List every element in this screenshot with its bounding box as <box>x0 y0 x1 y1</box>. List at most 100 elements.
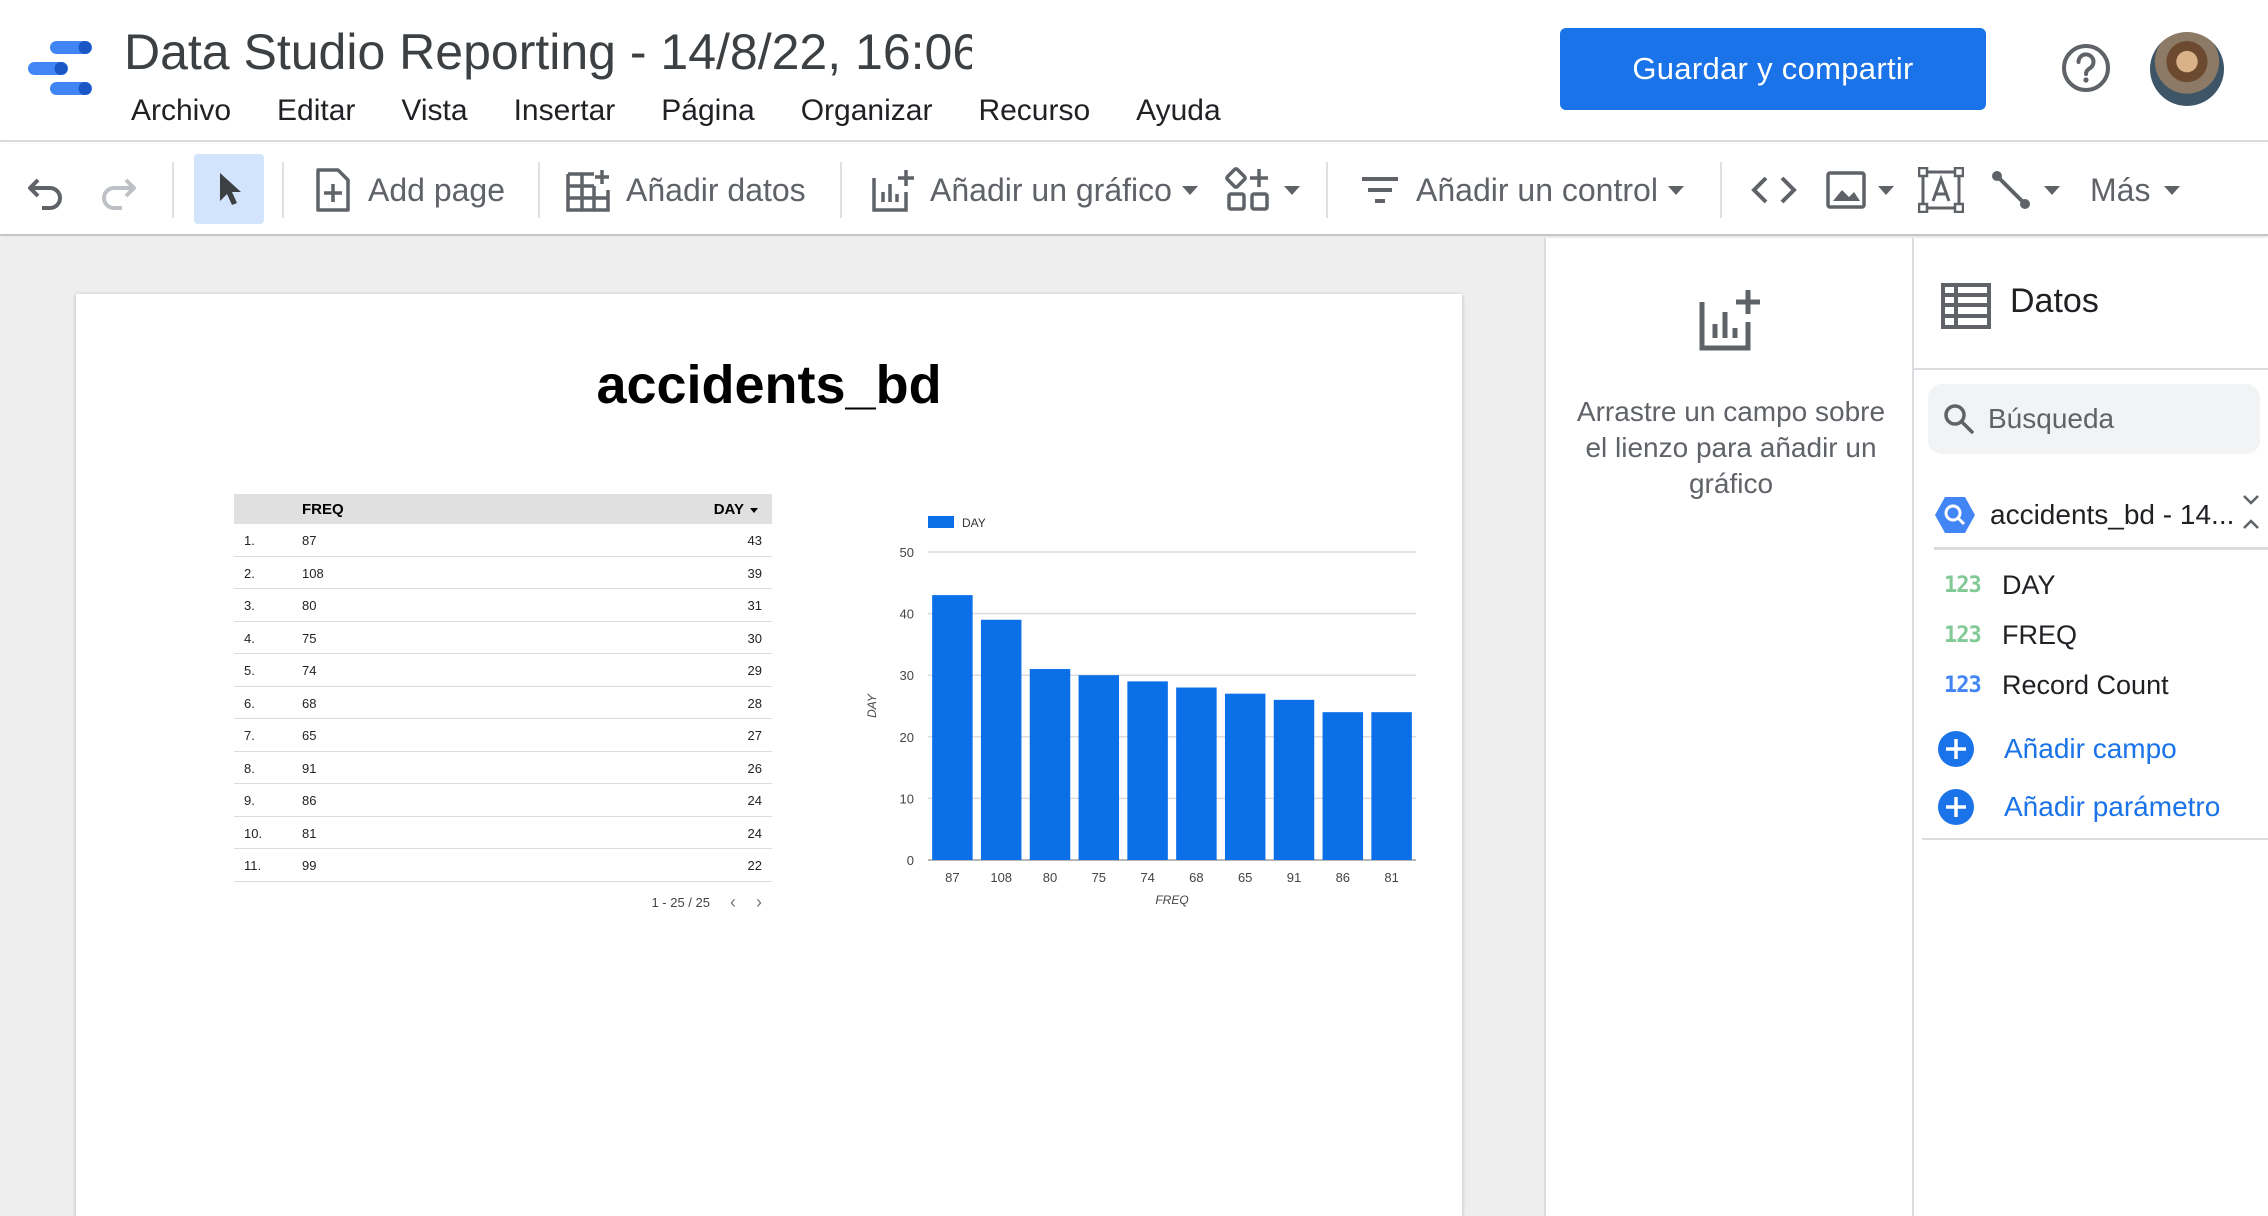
undo-button[interactable] <box>24 144 68 236</box>
help-icon[interactable] <box>2060 42 2112 94</box>
x-tick-label: 87 <box>945 870 959 885</box>
report-title[interactable]: accidents_bd <box>76 354 1462 416</box>
menu-organizar[interactable]: Organizar <box>778 88 956 134</box>
add-field-button[interactable]: Añadir campo <box>1936 724 2177 774</box>
column-header-freq[interactable]: FREQ <box>302 501 344 518</box>
menu-insertar[interactable]: Insertar <box>491 88 639 134</box>
bar <box>1176 687 1217 860</box>
table-row[interactable]: 8. 91 26 <box>234 752 772 784</box>
add-page-button[interactable]: Add page <box>312 144 505 236</box>
table-chart[interactable]: FREQ DAY 1. 87 43 2. 108 39 3. 80 31 4. 75 30 5. 74 29… <box>234 494 772 912</box>
number-type-icon: 123 <box>1944 672 1982 698</box>
cell-day: 39 <box>747 565 762 581</box>
table-row[interactable]: 5. 74 29 <box>234 654 772 687</box>
redo-button[interactable] <box>96 144 140 236</box>
field-name: Record Count <box>2002 669 2169 700</box>
row-index: 1. <box>244 533 255 548</box>
field-day[interactable]: 123 DAY <box>1944 562 2056 608</box>
community-viz-button[interactable] <box>1224 144 1300 236</box>
field-record-count[interactable]: 123 Record Count <box>1944 662 2169 708</box>
column-header-day[interactable]: DAY <box>714 501 758 518</box>
number-type-icon: 123 <box>1944 622 1982 648</box>
cell-day: 28 <box>747 695 762 711</box>
cell-freq: 86 <box>302 793 317 808</box>
previous-page-icon[interactable]: ‹ <box>730 892 736 913</box>
data-studio-logo-icon[interactable] <box>26 38 94 98</box>
embed-url-button[interactable] <box>1750 144 1798 236</box>
number-type-icon: 123 <box>1944 572 1982 598</box>
chevron-down-icon <box>2044 185 2060 195</box>
table-row[interactable]: 3. 80 31 <box>234 589 772 622</box>
chart-properties-panel: Arrastre un campo sobre el lienzo para a… <box>1544 238 1912 1216</box>
add-control-label: Añadir un control <box>1416 171 1658 208</box>
bar <box>1273 699 1315 860</box>
insert-text-button[interactable] <box>1918 144 1964 236</box>
menu-recurso[interactable]: Recurso <box>955 88 1113 134</box>
table-row[interactable]: 2. 108 39 <box>234 557 772 589</box>
cell-freq: 68 <box>302 695 317 711</box>
add-data-button[interactable]: Añadir datos <box>564 144 806 236</box>
menu-vista[interactable]: Vista <box>378 88 490 134</box>
legend-swatch <box>928 516 954 528</box>
x-tick-label: 80 <box>1043 870 1057 885</box>
menu-archivo[interactable]: Archivo <box>108 88 254 134</box>
bar <box>1078 675 1120 860</box>
toolbar: Add page Añadir datos Añadir un gráfico <box>0 144 2268 236</box>
line-icon <box>1992 171 2030 209</box>
table-row[interactable]: 1. 87 43 <box>234 524 772 557</box>
app-header: Data Studio Reporting - 14/8/22, 16:06 A… <box>0 0 2268 142</box>
field-search-input[interactable]: Búsqueda <box>1928 384 2260 454</box>
text-box-icon <box>1918 167 1964 213</box>
cell-day: 24 <box>747 825 762 841</box>
bar <box>1029 669 1071 860</box>
x-tick-label: 68 <box>1189 870 1203 885</box>
cell-day: 43 <box>747 533 762 548</box>
row-index: 11. <box>244 858 262 873</box>
row-index: 7. <box>244 728 255 743</box>
y-tick-label: 20 <box>900 730 914 745</box>
table-body: 1. 87 43 2. 108 39 3. 80 31 4. 75 30 5. 74 29 6. 68 28 7. 6… <box>234 524 772 882</box>
add-control-button[interactable]: Añadir un control <box>1358 144 1684 236</box>
table-row[interactable]: 7. 65 27 <box>234 719 772 752</box>
insert-line-button[interactable] <box>1988 144 2060 236</box>
field-freq[interactable]: 123 FREQ <box>1944 612 2077 658</box>
bar <box>1224 693 1266 860</box>
x-axis-title: FREQ <box>1155 893 1188 907</box>
table-row[interactable]: 4. 75 30 <box>234 622 772 654</box>
collapse-expand-icon[interactable] <box>2240 492 2262 532</box>
select-tool-button[interactable] <box>194 154 264 224</box>
menu-ayuda[interactable]: Ayuda <box>1113 88 1244 134</box>
next-page-icon[interactable]: › <box>756 892 762 913</box>
add-circle-icon <box>1938 789 1974 825</box>
cell-freq: 108 <box>302 565 324 581</box>
table-row[interactable]: 6. 68 28 <box>234 687 772 719</box>
report-page[interactable]: accidents_bd FREQ DAY 1. 87 43 2. 108 39 3. 80 3… <box>76 294 1462 1216</box>
add-data-icon <box>566 170 610 212</box>
table-row[interactable]: 10. 81 24 <box>234 817 772 849</box>
bar-chart[interactable]: 0 10 20 30 40 50 DAY 87 108 80 75 74 68 65 91 86 81 FREQ D… <box>842 504 1442 924</box>
table-row[interactable]: 11. 99 22 <box>234 849 772 882</box>
menu-editar[interactable]: Editar <box>254 88 378 134</box>
add-page-label: Add page <box>368 171 506 208</box>
table-row[interactable]: 9. 86 24 <box>234 784 772 817</box>
save-and-share-button[interactable]: Guardar y compartir <box>1560 28 1986 110</box>
report-name[interactable]: Data Studio Reporting - 14/8/22, 16:06 <box>124 20 972 84</box>
x-tick-label: 81 <box>1384 870 1398 885</box>
toolbar-divider <box>538 162 540 218</box>
code-icon <box>1751 176 1797 204</box>
data-source-item[interactable]: accidents_bd - 14... <box>1934 482 2268 550</box>
add-parameter-button[interactable]: Añadir parámetro <box>1936 782 2220 832</box>
menu-pagina[interactable]: Página <box>638 88 777 134</box>
cell-freq: 74 <box>302 663 317 678</box>
add-chart-button[interactable]: Añadir un gráfico <box>870 144 1198 236</box>
more-button[interactable]: Más <box>2076 144 2181 236</box>
cell-freq: 91 <box>302 760 317 776</box>
search-icon <box>1944 404 1974 434</box>
row-index: 5. <box>244 663 255 678</box>
bigquery-icon <box>1935 496 1975 533</box>
user-avatar[interactable] <box>2150 32 2224 106</box>
search-placeholder: Búsqueda <box>1988 403 2115 434</box>
table-pager: 1 - 25 / 25 ‹ › <box>651 892 762 913</box>
chevron-down-icon <box>1181 185 1198 195</box>
insert-image-button[interactable] <box>1824 144 1894 236</box>
